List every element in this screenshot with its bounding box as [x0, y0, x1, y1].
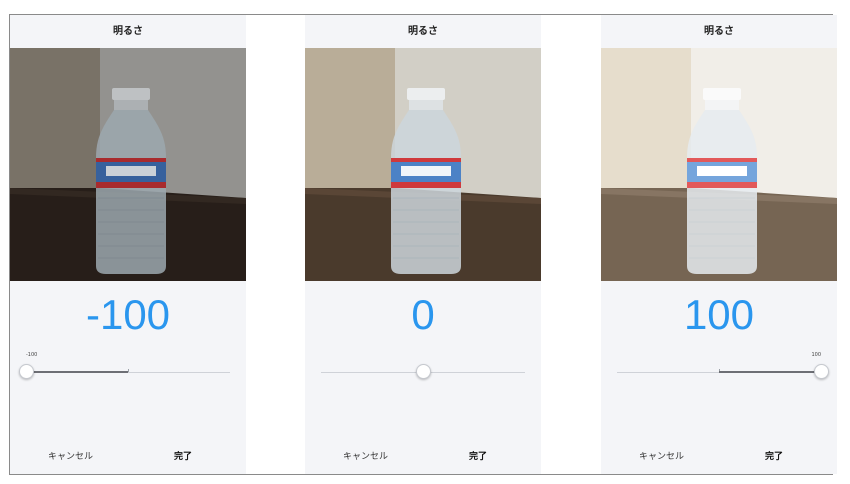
brightness-screen-minus-100: 明るさ -100 -100 キャンセル 完了	[10, 15, 246, 474]
brightness-slider[interactable]	[321, 360, 525, 386]
photo-preview	[10, 48, 246, 281]
cancel-button[interactable]: キャンセル	[343, 449, 388, 462]
screen-footer: キャンセル 完了	[305, 445, 541, 465]
brightness-value: 0	[411, 291, 435, 338]
slider-fill	[26, 371, 128, 373]
bottle-photo	[305, 48, 541, 281]
screen-footer: キャンセル 完了	[10, 445, 246, 465]
screen-footer: キャンセル 完了	[601, 445, 837, 465]
photo-preview	[601, 48, 837, 281]
brightness-slider[interactable]: 100	[617, 352, 829, 386]
slider-limit-label: -100	[26, 352, 38, 358]
slider-center-tick	[128, 369, 129, 372]
done-button[interactable]: 完了	[469, 449, 487, 462]
slider-thumb[interactable]	[19, 364, 34, 379]
comparison-frame: 明るさ -100 -100 キャンセル 完了 明るさ 0 キャンセル 完了 明る…	[9, 14, 837, 475]
brightness-value: -100	[85, 291, 171, 338]
cancel-button[interactable]: キャンセル	[639, 449, 684, 462]
cancel-button[interactable]: キャンセル	[48, 449, 93, 462]
done-button[interactable]: 完了	[174, 449, 192, 462]
bottle-photo	[10, 48, 246, 281]
slider-thumb[interactable]	[814, 364, 829, 379]
brightness-slider[interactable]: -100	[19, 352, 230, 386]
brightness-screen-plus-100: 明るさ 100 100 キャンセル 完了	[601, 15, 837, 474]
brightness-screen-0: 明るさ 0 キャンセル 完了	[305, 15, 541, 474]
slider-fill	[719, 371, 821, 373]
slider-limit-label: 100	[811, 352, 821, 358]
screen-title: 明るさ	[113, 26, 143, 37]
screen-title: 明るさ	[704, 26, 734, 37]
done-button[interactable]: 完了	[765, 449, 783, 462]
photo-preview	[305, 48, 541, 281]
bottle-photo	[601, 48, 837, 281]
brightness-value: 100	[683, 291, 755, 338]
slider-thumb[interactable]	[416, 364, 431, 379]
screen-title: 明るさ	[408, 26, 438, 37]
